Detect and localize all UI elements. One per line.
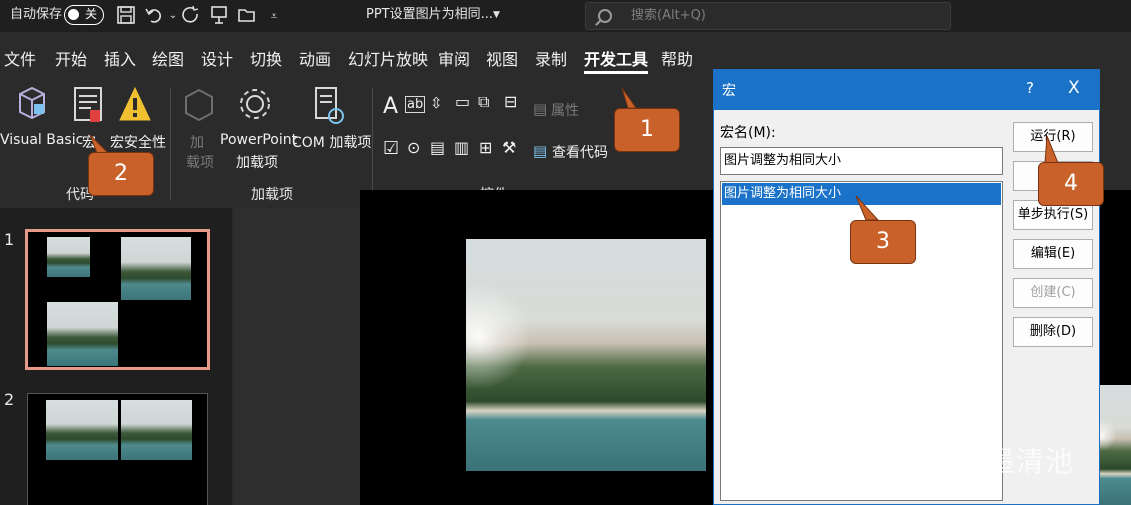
toggle-knob: [68, 9, 79, 20]
tab-draw[interactable]: 绘图: [152, 46, 184, 70]
tab-insert[interactable]: 插入: [104, 46, 136, 70]
search-placeholder: 搜索(Alt+Q): [631, 8, 706, 23]
search-box[interactable]: 搜索(Alt+Q): [585, 2, 951, 30]
tab-transitions[interactable]: 切换: [250, 46, 282, 70]
gear-icon: [238, 86, 272, 126]
thumbnail-image: [47, 302, 118, 366]
open-folder-icon[interactable]: [236, 5, 258, 27]
thumbnail-image: [121, 237, 191, 300]
customize-toolbar-icon[interactable]: ⩡: [263, 5, 285, 27]
tab-animations[interactable]: 动画: [299, 46, 331, 70]
close-icon[interactable]: X: [1068, 78, 1080, 98]
help-icon[interactable]: ?: [1026, 79, 1034, 97]
label-control-icon[interactable]: A: [383, 94, 398, 119]
autosave-state: 关: [85, 7, 98, 21]
edit-button[interactable]: 编辑(E): [1013, 239, 1093, 269]
tab-developer[interactable]: 开发工具: [584, 46, 649, 74]
visual-basic-icon: [14, 84, 50, 128]
com-addins-button[interactable]: COM 加载项: [292, 132, 371, 152]
tab-slideshow[interactable]: 幻灯片放映: [348, 46, 428, 70]
run-button[interactable]: 运行(R): [1013, 122, 1093, 152]
combobox-control-icon[interactable]: ▤: [430, 138, 445, 157]
slide-picture[interactable]: [466, 239, 706, 471]
addins-label-line1: 加: [190, 135, 204, 151]
warning-icon: [118, 86, 152, 128]
macro-name-input[interactable]: 图片调整为相同大小: [720, 147, 1003, 175]
macro-name-label: 宏名(M):: [720, 125, 776, 141]
toggle-control-icon[interactable]: ⊞: [479, 138, 492, 157]
spin-control-icon[interactable]: ⇳: [430, 94, 443, 112]
tab-review[interactable]: 审阅: [438, 46, 470, 70]
title-dropdown-icon[interactable]: ▼: [493, 0, 500, 32]
callout-3: 3: [850, 220, 916, 264]
thumbnail-image: [47, 237, 90, 277]
tab-design[interactable]: 设计: [201, 46, 233, 70]
dialog-title-bar[interactable]: 宏 ? X: [714, 70, 1099, 110]
listbox-control-icon[interactable]: ▥: [454, 138, 469, 157]
properties-icon: ▤: [533, 100, 548, 118]
properties-button[interactable]: 属性: [551, 100, 579, 120]
tab-record[interactable]: 录制: [535, 46, 567, 70]
powerpoint-addins-button[interactable]: PowerPoint: [220, 132, 297, 148]
callout-2: 2: [88, 152, 154, 196]
tab-home[interactable]: 开始: [55, 46, 87, 70]
slide-thumbnail-2[interactable]: [27, 393, 208, 505]
slide-picture-partial[interactable]: [1100, 385, 1131, 505]
macro-security-button[interactable]: 宏安全性: [110, 132, 166, 152]
thumbnail-image: [46, 400, 118, 460]
search-icon: [598, 9, 612, 23]
slide-thumbnail-1[interactable]: [25, 229, 210, 370]
thumbnail-image: [121, 400, 192, 460]
scrollbar-control-icon[interactable]: ⊟: [504, 92, 517, 111]
presentation-icon[interactable]: [208, 5, 230, 27]
callout-4: 4: [1038, 162, 1104, 206]
title-bar: 自动保存 关 ⌄ ⩡ PPT设置图片为相同... ▼ 搜索(Alt+Q): [0, 0, 1131, 32]
checkbox-control-icon[interactable]: ☑: [383, 138, 399, 159]
callout-1: 1: [614, 108, 680, 152]
delete-button[interactable]: 删除(D): [1013, 317, 1093, 347]
group-separator: [372, 88, 373, 200]
tab-file[interactable]: 文件: [4, 46, 36, 70]
button-control-icon[interactable]: ▭: [455, 92, 470, 111]
image-control-icon[interactable]: ⧉: [478, 92, 489, 112]
create-button[interactable]: 创建(C): [1013, 278, 1093, 308]
com-addin-icon: [314, 86, 346, 130]
dialog-title: 宏: [722, 83, 736, 99]
macros-button[interactable]: 宏: [82, 132, 96, 152]
list-item[interactable]: 图片调整为相同大小: [722, 183, 1001, 205]
addin-hex-icon: [184, 88, 214, 126]
watermark: 知乎 @墨清池: [890, 445, 1074, 478]
powerpoint-addins-label-line2: 加载项: [236, 155, 278, 171]
slide-number: 2: [4, 390, 15, 409]
tab-help[interactable]: 帮助: [661, 46, 693, 70]
save-icon[interactable]: [115, 5, 137, 27]
radio-control-icon[interactable]: ⊙: [407, 138, 420, 157]
more-controls-icon[interactable]: ⚒: [502, 138, 516, 157]
view-code-icon: ▤: [533, 142, 548, 160]
document-title[interactable]: PPT设置图片为相同...: [366, 0, 493, 32]
group-separator: [170, 88, 171, 200]
redo-icon[interactable]: [180, 5, 202, 27]
autosave-toggle[interactable]: 关: [64, 5, 104, 25]
visual-basic-button[interactable]: Visual Basic: [0, 132, 83, 148]
autosave-label: 自动保存: [10, 7, 63, 22]
group-label-addins: 加载项: [251, 187, 293, 203]
slide-number: 1: [4, 230, 15, 249]
view-code-button[interactable]: 查看代码: [552, 142, 608, 162]
textbox-control-icon[interactable]: ab: [405, 96, 426, 113]
addins-label-line2: 载项: [186, 155, 214, 171]
macros-icon: [73, 86, 105, 130]
tab-view[interactable]: 视图: [486, 46, 518, 70]
